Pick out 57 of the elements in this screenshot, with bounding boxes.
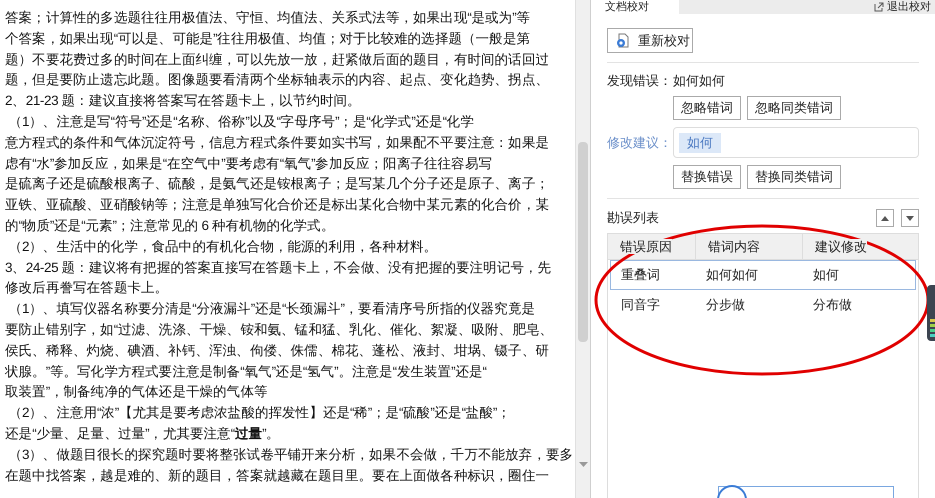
ignore-button[interactable]: 忽略错词: [673, 96, 741, 120]
table-cell-text: 同音字: [620, 296, 661, 314]
document-text-line: 在题中找答案，越是难的、新的题目，答案就越藏在题目里。要在上面做各种标识，圈住一: [5, 466, 550, 485]
document-refresh-icon: [616, 33, 630, 48]
scrollbar[interactable]: [575, 0, 590, 498]
document-text-line: 还是“少量、足量、过量”，尤其要注意“过量”。: [5, 424, 280, 443]
scrollbar-thumb[interactable]: [578, 142, 588, 342]
table-row[interactable]: 重叠词 如何如何 如何: [610, 260, 916, 290]
document-text-line: 的“物质”还是“元素”；注意常见的 6 种有机物的化学式。: [5, 216, 334, 235]
document-text-line: 状腺。”等。写化学方程式要注意是制备“氧气”还是“氢气”。注意是“发生装置”还是“: [5, 362, 487, 381]
exit-button[interactable]: 退出校对: [874, 0, 935, 14]
list-title: 勘误列表: [607, 209, 660, 228]
suggestion-field[interactable]: 如何: [673, 127, 919, 158]
document-text-line: （3）、做题目很长的探究题时要将整张试卷平铺开来分析，如果不会做，千万不能放弃，要多: [7, 446, 574, 464]
column-header: 建议修改: [815, 239, 867, 254]
move-down-button[interactable]: [901, 209, 919, 227]
document-text-line: 要防止错别字，如“过滤、洗涤、干燥、铵和氨、锰和猛、乳化、催化、絮凝、吸附、肥皂、: [5, 320, 554, 339]
table-cell-text: 分布做: [812, 296, 853, 314]
document-text-line: 题，但是要防止遗忘此题。图像题要看清两个坐标轴表示的内容、起点、变化趋势、拐点、: [5, 71, 550, 90]
suggestion-label: 修改建议：: [607, 134, 673, 152]
document-text-line: （2）、生活中的化学，食品中的有机化合物，能源的利用，各种材料。: [7, 238, 438, 256]
document-text-line: 虑有“水”参加反应，如果是“在空气中”要考虑有“氧气”参加反应；阳离子往往容易写: [5, 154, 492, 173]
panel-tab[interactable]: 文档校对: [591, 0, 679, 14]
found-error-label: 发现错误：: [607, 72, 673, 90]
document-text-line: （2）、注意用“浓”【尤其是要考虑浓盐酸的挥发性】还是“稀”；是“硫酸”还是“盐酸”；: [7, 404, 511, 422]
suggestion-chip[interactable]: 如何: [679, 132, 721, 152]
replace-button[interactable]: 替换错误: [673, 165, 741, 189]
document-text-line: 取装置”，制备纯净的气体还是干燥的气体等: [5, 383, 268, 402]
up-arrow-icon: [881, 216, 889, 220]
meter-widget: [927, 285, 935, 341]
ignore-button[interactable]: 忽略同类错词: [747, 96, 841, 120]
document-text-line: 3、24-25 题：建议将有把握的答案直接写在答题卡上，不会做、没有把握的要注明记号，先: [5, 258, 552, 277]
table-cell-text: 如何: [812, 266, 840, 284]
document-text-line: 题）不要花费过多的时间在上面纠缠，可以先放一放，赶紧做后面的题目，有时间的话回过: [5, 50, 550, 69]
document-text-line: 修改后再誊写在答题卡上。: [5, 279, 168, 298]
down-arrow-icon: [906, 216, 914, 220]
move-up-button[interactable]: [876, 209, 894, 227]
recheck-button[interactable]: 重新校对: [607, 28, 693, 53]
document-text-line: （1）、填写仪器名称要分清是“分液漏斗”还是“长颈漏斗”，要看清序号所指的仪器究竟是: [7, 300, 536, 318]
exit-icon: [874, 2, 884, 12]
document-text-line: 意方程式的条件和气体沉淀符号，信息方程式条件要如实书写，如果配不平要注意：如果是: [5, 134, 550, 152]
table-cell-text: 如何如何: [705, 266, 759, 284]
document-text-line: 答案；计算性的多选题往往用极值法、守恒、均值法、关系式法等，如果出现“是或为”等: [5, 9, 530, 27]
document-text-line: 是硫离子还是硫酸根离子、硫酸，是氨气还是铵根离子；是写某几个分子还是原子、离子；: [5, 175, 550, 194]
document-text-line: 侯氏、稀释、灼烧、碘酒、补钙、浑浊、佝偻、侏儒、棉花、蓬松、液封、坩埚、镊子、研: [5, 342, 550, 360]
column-header: 错词内容: [708, 239, 760, 254]
replace-button[interactable]: 替换同类错词: [747, 165, 841, 189]
document-text-line: 2、21-23 题：建议直接将答案写在答题卡上，以节约时间。: [5, 92, 361, 110]
found-error-value: 如何如何: [673, 72, 725, 90]
scroll-down-icon[interactable]: [579, 462, 588, 468]
column-header: 错误原因: [620, 239, 672, 254]
table-cell-text: 分步做: [705, 296, 746, 314]
document-text-line: 亚铁、亚硫酸、亚硝酸钠等；注意是单独写化合价还是标出某化合物中某元素的化合价，某: [5, 196, 550, 214]
document-text-line: 个答案，如果出现“可以是、可能是”往往用极值、均值；对于比较难的选择题（一般是第: [5, 30, 530, 48]
table-row[interactable]: 同音字 分步做 分布做: [610, 290, 916, 320]
table-cell-text: 重叠词: [620, 266, 661, 284]
document-text-line: （1）、注意是写“符号”还是“名称、俗称”以及“字母序号”；是“化学式”还是“化学: [7, 112, 474, 131]
